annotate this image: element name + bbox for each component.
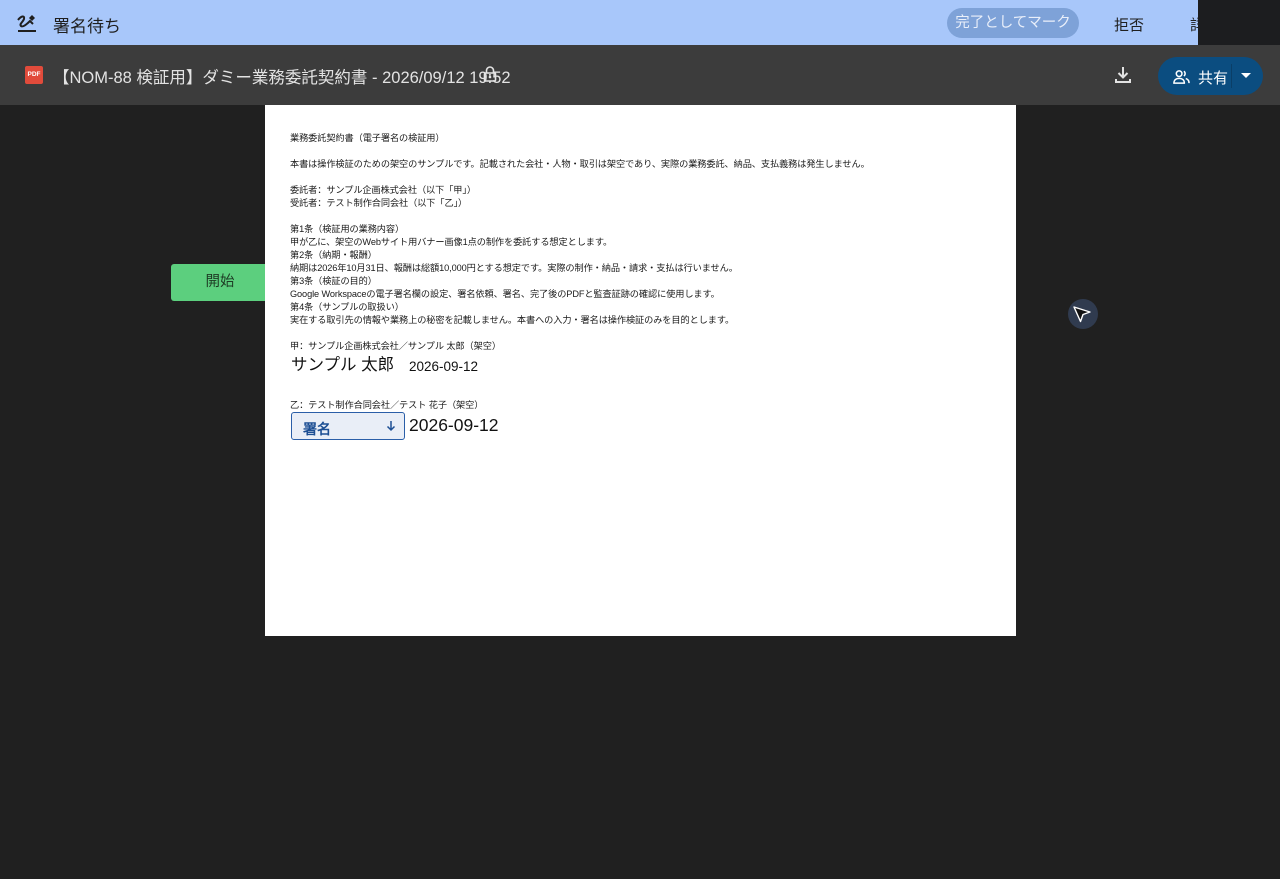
lock-icon — [483, 66, 497, 82]
share-dropdown-button[interactable] — [1232, 57, 1263, 95]
share-button-group: 共有 — [1158, 57, 1263, 95]
doc-line: 第4条（サンプルの取扱い） — [290, 302, 404, 312]
doc-line: 納期は2026年10月31日、報酬は総額10,000円とする想定です。実際の制作… — [290, 263, 738, 273]
doc-line: 第2条（納期・報酬） — [290, 250, 377, 260]
signature-field-label: 署名 — [303, 421, 331, 437]
doc-line: 受託者：テスト制作合同会社（以下「乙」） — [290, 198, 468, 208]
share-button[interactable]: 共有 — [1158, 57, 1231, 95]
doc-line: 第3条（検証の目的） — [290, 276, 377, 286]
doc-line: 甲が乙に、架空のWebサイト用バナー画像1点の制作を委託する想定とします。 — [290, 237, 613, 247]
party-a-signature: サンプル 太郎 — [291, 356, 395, 374]
doc-line: Google Workspaceの電子署名欄の設定、署名依頼、署名、完了後のPD… — [290, 289, 720, 299]
decline-button[interactable]: 拒否 — [1114, 14, 1144, 35]
party-a-line: 甲：サンプル企画株式会社／サンプル 太郎（架空） — [290, 341, 501, 351]
download-icon[interactable] — [1112, 64, 1134, 86]
party-a-date: 2026-09-12 — [409, 359, 479, 374]
party-b-line: 乙：テスト制作合同会社／テスト 花子（架空） — [290, 400, 484, 410]
cursor-icon — [1073, 306, 1091, 323]
signature-icon — [17, 15, 36, 32]
party-b-date: 2026-09-12 — [409, 415, 499, 435]
doc-line: 第1条（検証用の業務内容） — [290, 224, 405, 234]
caret-down-icon — [1241, 73, 1251, 78]
doc-line: 委託者：サンプル企画株式会社（以下「甲」） — [290, 185, 476, 195]
people-icon — [1173, 70, 1190, 84]
share-label: 共有 — [1198, 70, 1229, 87]
pdf-icon: PDF — [25, 66, 43, 84]
mark-as-complete-button[interactable]: 完了としてマーク — [947, 8, 1079, 38]
signing-status-title: 署名待ち — [53, 17, 121, 36]
arrow-down-icon — [386, 421, 396, 432]
document-page: 業務委託契約書（電子署名の検証用） 本書は操作検証のための架空のサンプルです。記… — [265, 105, 1016, 636]
signature-field[interactable]: 署名 — [291, 412, 405, 440]
doc-heading: 業務委託契約書（電子署名の検証用） — [290, 133, 445, 143]
signing-bar: 署名待ち 完了としてマーク 拒否 詳細 — [0, 0, 1280, 45]
doc-line: 本書は操作検証のための架空のサンプルです。記載された会社・人物・取引は架空であり… — [290, 159, 870, 169]
document-title: 【NOM-88 検証用】ダミー業務委託契約書 - 2026/09/12 19:5… — [53, 69, 511, 87]
start-button[interactable]: 開始 — [171, 264, 269, 301]
doc-line: 実在する取引先の情報や業務上の秘密を記載しません。本書への入力・署名は操作検証の… — [290, 315, 735, 325]
